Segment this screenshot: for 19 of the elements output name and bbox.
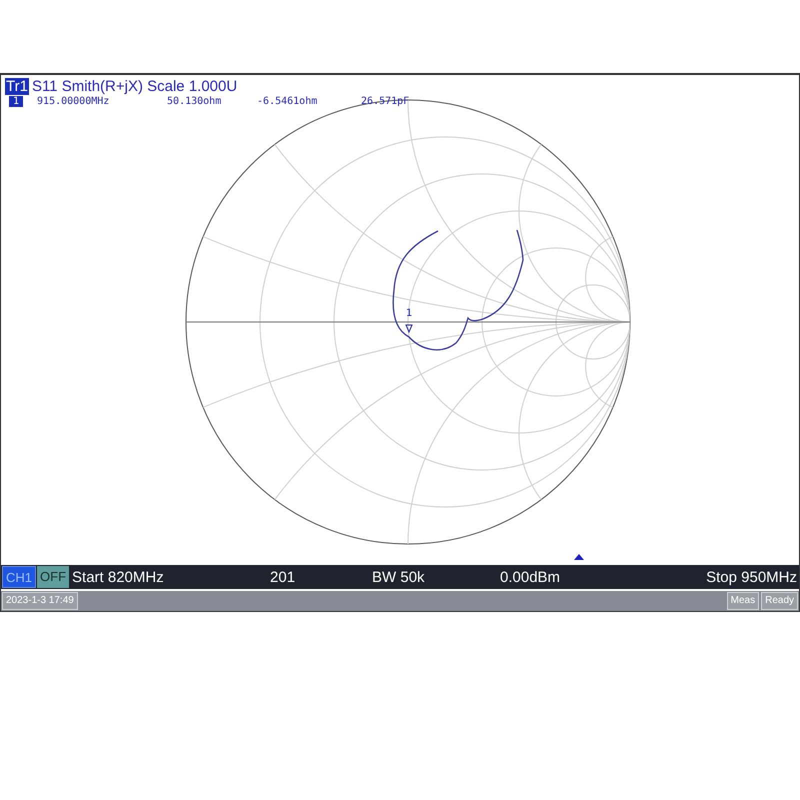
marker-number: 1 xyxy=(9,96,24,107)
datetime-label: 2023-1-3 17:49 xyxy=(2,592,78,610)
sweep-points: 201 xyxy=(270,568,296,586)
status-button[interactable]: Meas xyxy=(726,592,760,610)
stimulus-marker-icon xyxy=(574,554,584,560)
power-level: 0.00dBm xyxy=(500,568,562,586)
marker-resistance: 50.130ohm xyxy=(167,96,222,107)
marker-label: 1 xyxy=(406,308,412,319)
stop-frequency: Stop 950MHz xyxy=(706,568,797,586)
start-frequency: Start 820MHz xyxy=(72,568,165,586)
marker-frequency: 915.00000MHz xyxy=(37,96,110,107)
trace-label[interactable]: Tr1 xyxy=(5,78,29,95)
status-button[interactable]: Ready xyxy=(761,592,798,610)
marker-reactance: -6.5461ohm xyxy=(257,96,318,107)
if-bandwidth: BW 50k xyxy=(372,568,426,586)
marker-triangle-icon xyxy=(405,324,413,334)
channel-button[interactable]: CH1 xyxy=(2,566,36,588)
power-state-button[interactable]: OFF xyxy=(37,566,70,588)
trace-title: S11 Smith(R+jX) Scale 1.000U xyxy=(32,78,238,95)
